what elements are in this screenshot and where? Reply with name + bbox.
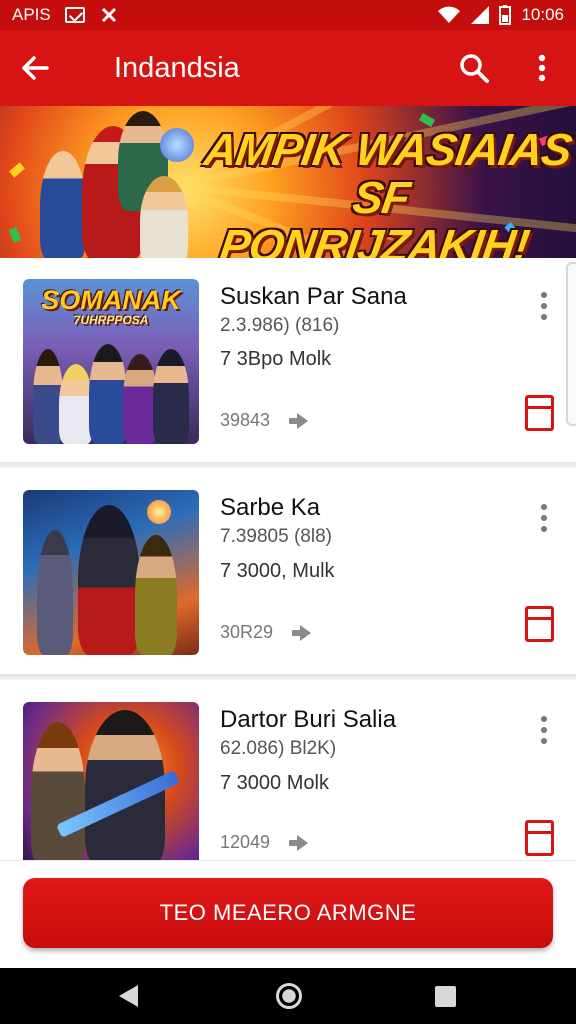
list-item[interactable]: SOMANAK 7UHRPPOSA Suskan Par Sana 2.3.98…: [0, 258, 576, 468]
arrow-left-icon: [22, 56, 49, 80]
game-list[interactable]: SOMANAK 7UHRPPOSA Suskan Par Sana 2.3.98…: [0, 258, 576, 860]
thumb-character: [89, 344, 127, 444]
game-count: 39843: [220, 410, 271, 430]
game-players: 7 3Bpo Molk: [220, 348, 332, 370]
banner-gem: [160, 128, 194, 162]
search-icon: [460, 54, 489, 83]
list-item[interactable]: Dartor Buri Salia 62.086) Bl2K) 7 3000 M…: [0, 680, 576, 860]
confetti: [8, 227, 22, 243]
game-title[interactable]: Sarbe Ka: [220, 494, 320, 522]
thumb-logo: SOMANAK 7UHRPPOSA: [31, 285, 191, 328]
game-players: 7 3000, Mulk: [220, 560, 335, 582]
confetti: [9, 162, 25, 178]
thumb-character: [37, 530, 73, 655]
banner-headline: AMPIK WASIAIAS SF PONRIJZAKIH!: [201, 124, 575, 258]
system-nav-bar: [0, 968, 576, 1024]
nav-home-icon[interactable]: [276, 983, 302, 1009]
item-more-button[interactable]: [532, 288, 556, 324]
game-footer: 12049: [220, 832, 309, 853]
bookmark-icon[interactable]: [525, 606, 554, 642]
thumb-character: [135, 535, 177, 655]
thumb-character: [59, 364, 93, 444]
game-footer: 39843: [220, 410, 309, 431]
thumb-character: [31, 722, 85, 860]
arrow-right-icon[interactable]: [288, 834, 309, 852]
signal-icon: [471, 6, 490, 24]
game-count: 12049: [220, 832, 271, 852]
item-more-button[interactable]: [532, 500, 556, 536]
game-subtitle: 62.086) Bl2K): [220, 738, 337, 759]
scrollbar[interactable]: [566, 262, 576, 426]
nav-recents-icon[interactable]: [435, 986, 456, 1007]
page-title: Indandsia: [114, 51, 240, 84]
primary-cta-button[interactable]: TEO MEAERO ARMGNE: [23, 878, 553, 948]
carrier-text: APIS: [12, 5, 51, 24]
thumb-character: [78, 505, 140, 655]
banner-character: [140, 176, 188, 258]
bookmark-icon[interactable]: [525, 820, 554, 856]
bottom-panel: TEO MEAERO ARMGNE: [0, 860, 576, 968]
search-button[interactable]: [440, 30, 508, 106]
arrow-right-icon[interactable]: [288, 412, 309, 430]
thumb-character: [153, 349, 189, 444]
game-thumbnail[interactable]: [23, 490, 199, 655]
notification-icon: [64, 7, 85, 23]
game-thumbnail[interactable]: [23, 702, 199, 860]
game-players: 7 3000 Molk: [220, 772, 329, 794]
game-title[interactable]: Dartor Buri Salia: [220, 706, 396, 734]
list-item[interactable]: Sarbe Ka 7.39805 (8l8) 7 3000, Mulk 30R2…: [0, 468, 576, 680]
thumb-fireball: [147, 500, 171, 524]
wifi-icon: [438, 6, 461, 23]
banner-character: [40, 151, 86, 258]
nav-back-icon[interactable]: [119, 985, 138, 1007]
game-thumbnail[interactable]: SOMANAK 7UHRPPOSA: [23, 279, 199, 444]
clock-text: 10:06: [521, 5, 564, 24]
settings-notification-icon: [101, 7, 116, 23]
promo-banner[interactable]: AMPIK WASIAIAS SF PONRIJZAKIH!: [0, 106, 576, 258]
more-options-button[interactable]: [508, 30, 576, 106]
game-subtitle: 7.39805 (8l8): [220, 526, 332, 547]
game-subtitle: 2.3.986) (816): [220, 315, 340, 336]
battery-icon: [499, 5, 512, 25]
back-button[interactable]: [0, 30, 70, 106]
game-count: 30R29: [220, 622, 274, 642]
game-title[interactable]: Suskan Par Sana: [220, 283, 407, 311]
game-footer: 30R29: [220, 622, 312, 643]
thumb-character: [123, 354, 157, 444]
app-bar: Indandsia: [0, 30, 576, 106]
more-vert-icon: [538, 54, 546, 82]
thumb-logo-sub: 7UHRPPOSA: [73, 313, 149, 327]
item-more-button[interactable]: [532, 712, 556, 748]
bookmark-icon[interactable]: [525, 395, 554, 431]
status-bar: APIS 10:06: [0, 0, 576, 30]
arrow-right-icon[interactable]: [291, 624, 312, 642]
thumb-logo-text: SOMANAK: [41, 285, 181, 315]
